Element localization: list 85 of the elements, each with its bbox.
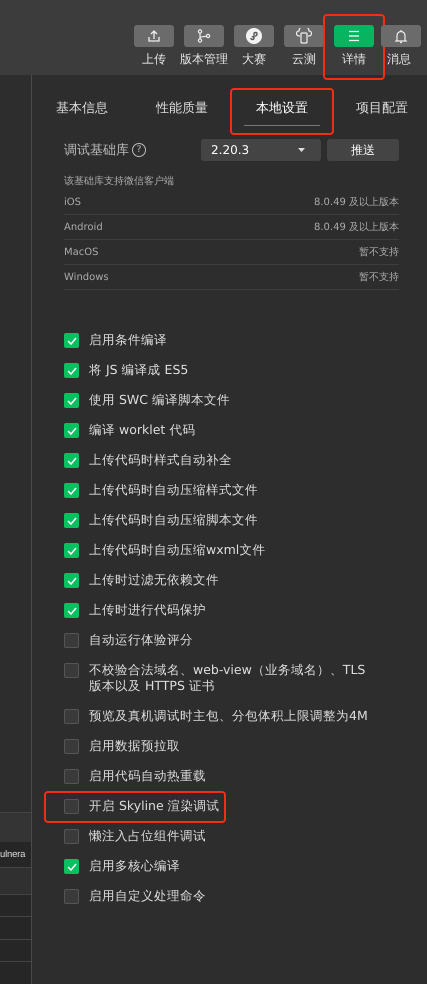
option-label: 开启 Skyline 渲染调试 [89,798,220,814]
toolbar-button[interactable] [184,25,224,47]
option-label: 上传代码时自动压缩wxml文件 [89,542,266,558]
toolbar-label: 云测 [292,51,316,68]
checkbox[interactable] [64,633,79,648]
checkbox[interactable] [64,739,79,754]
toolbar-label: 详情 [342,51,366,68]
toolbar-button[interactable] [284,25,324,47]
option-label: 上传代码时自动压缩样式文件 [89,482,258,498]
checkmark-icon [66,862,76,870]
checkbox[interactable] [64,573,79,588]
checkmark-icon [66,576,76,584]
upload-icon [147,29,161,43]
toolbar-button[interactable] [234,25,274,47]
checkmark-icon [66,336,76,344]
option-label: 预览及真机调试时主包、分包体积上限调整为4M [89,708,368,724]
checkbox[interactable] [64,799,79,814]
option-label: 上传代码时自动压缩脚本文件 [89,512,258,528]
support-version: 8.0.49 及以上版本 [314,220,399,234]
option-label: 启用代码自动热重载 [89,768,206,784]
checkbox[interactable] [64,889,79,904]
toolbar-button[interactable] [381,25,421,47]
support-version: 暂不支持 [359,270,399,284]
platform-name: iOS [64,196,81,208]
checkmark-icon [66,546,76,554]
tab[interactable]: 性能质量 [156,75,208,125]
option-label: 上传时进行代码保护 [89,602,206,618]
checkmark-icon [66,486,76,494]
caret-icon [298,148,305,152]
option-label: 使用 SWC 编译脚本文件 [89,392,230,408]
checkmark-icon [66,606,76,614]
platform-name: Android [64,222,103,232]
option-label: 不校验合法域名、web-view（业务域名）、TLS 版本以及 HTTPS 证书 [89,662,366,694]
setting-label: 调试基础库 [64,142,129,159]
checkbox[interactable] [64,393,79,408]
option-label: 懒注入占位组件调试 [89,828,206,844]
checkbox[interactable] [64,363,79,378]
menu-icon [347,30,361,42]
contest-icon [246,28,262,44]
option-label: 上传时过滤无依赖文件 [89,572,219,588]
toolbar-label: 上传 [142,51,166,68]
platform-name: Windows [64,272,109,282]
support-note: 该基础库支持微信客户端 [64,174,175,189]
option-label: 启用自定义处理命令 [89,888,206,904]
support-version: 8.0.49 及以上版本 [314,196,399,209]
tab[interactable]: 项目配置 [356,75,408,125]
cloud-phone-icon [296,28,312,44]
tab[interactable]: 本地设置 [244,75,320,126]
checkmark-icon [66,366,76,374]
checkbox[interactable] [64,709,79,724]
checkbox[interactable] [64,513,79,528]
checkbox[interactable] [64,663,79,678]
checkmark-icon [66,456,76,464]
version-dropdown[interactable]: 2.20.3 [201,139,321,161]
toolbar-label: 版本管理 [180,51,228,68]
toolbar-label: 大赛 [242,51,266,68]
option-label: 上传代码时样式自动补全 [89,452,232,468]
checkbox[interactable] [64,603,79,618]
checkbox[interactable] [64,423,79,438]
toolbar-label: 消息 [387,51,411,68]
option-label: 启用多核心编译 [89,858,180,874]
branch-icon [197,29,211,43]
table-cell: ulnera [0,849,26,860]
option-label: 启用数据预拉取 [89,738,180,754]
support-version: 暂不支持 [359,246,399,259]
help-icon[interactable]: ? [132,143,146,157]
option-label: 启用条件编译 [89,332,167,348]
checkmark-icon [66,396,76,404]
checkbox[interactable] [64,859,79,874]
toolbar-button[interactable] [134,25,174,47]
checkmark-icon [66,426,76,434]
bell-icon [394,28,408,44]
option-label: 编译 worklet 代码 [89,422,196,438]
platform-name: MacOS [64,246,98,258]
option-label: 自动运行体验评分 [89,632,193,648]
checkbox[interactable] [64,769,79,784]
option-label: 将 JS 编译成 ES5 [89,362,188,378]
tab[interactable]: 基本信息 [56,75,108,125]
checkmark-icon [66,516,76,524]
checkbox[interactable] [64,829,79,844]
checkbox[interactable] [64,333,79,348]
checkbox[interactable] [64,453,79,468]
checkbox[interactable] [64,543,79,558]
push-button[interactable]: 推送 [327,139,399,161]
checkbox[interactable] [64,483,79,498]
